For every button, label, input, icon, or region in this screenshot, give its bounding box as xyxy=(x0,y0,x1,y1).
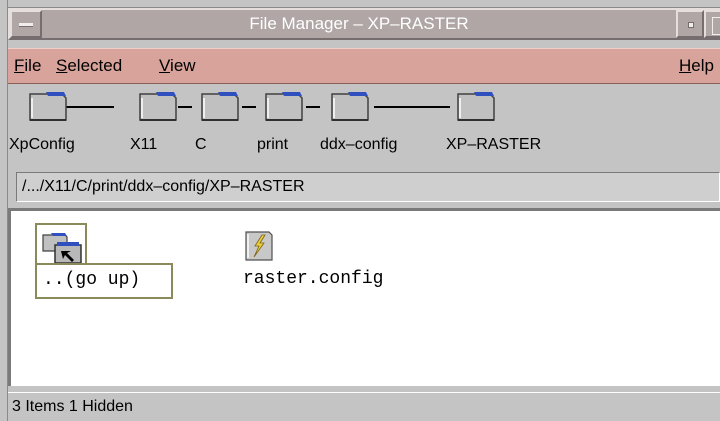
file-item-raster-config[interactable]: raster.config xyxy=(243,229,423,299)
menu-help[interactable]: Help xyxy=(679,49,714,83)
path-connector xyxy=(60,106,114,108)
iconic-path-bar: XpConfig X11 C print ddx–config XP–RASTE… xyxy=(8,84,720,172)
window-frame-top[interactable] xyxy=(0,0,720,8)
path-folder-c[interactable] xyxy=(198,90,240,122)
folder-icon xyxy=(265,92,303,121)
path-folder-x11[interactable] xyxy=(136,90,178,122)
path-label-xp-raster[interactable]: XP–RASTER xyxy=(446,136,541,154)
file-name-go-up: ..(go up) xyxy=(43,270,141,290)
path-folder-xpconfig[interactable] xyxy=(26,90,68,122)
path-connector xyxy=(178,106,192,108)
menu-help-mnemonic: H xyxy=(679,56,692,75)
window-menu-button[interactable] xyxy=(10,10,42,38)
status-text: 3 Items 1 Hidden xyxy=(12,398,133,415)
path-folder-print[interactable] xyxy=(262,90,304,122)
path-folder-ddx-config[interactable] xyxy=(328,90,370,122)
path-connector xyxy=(242,106,256,108)
maximize-icon xyxy=(712,17,720,35)
file-list-area[interactable]: ..(go up) raster.config xyxy=(8,208,720,386)
menu-view[interactable]: View xyxy=(159,49,196,83)
menu-selected[interactable]: Selected xyxy=(56,49,122,83)
file-item-go-up[interactable]: ..(go up) xyxy=(35,223,173,307)
path-label-print[interactable]: print xyxy=(257,136,288,154)
path-label-xpconfig[interactable]: XpConfig xyxy=(9,136,75,154)
path-folder-xp-raster[interactable] xyxy=(454,90,496,122)
path-connector xyxy=(306,106,320,108)
folder-icon xyxy=(457,92,495,121)
menu-view-mnemonic: V xyxy=(159,56,171,75)
menu-help-label: elp xyxy=(691,56,714,75)
menu-file-label: ile xyxy=(24,56,42,75)
file-manager-window: File Manager – XP–RASTER File Selected V… xyxy=(0,0,720,421)
data-file-icon xyxy=(245,231,273,261)
selection-frame xyxy=(35,223,87,265)
folder-icon xyxy=(201,92,239,121)
window-title: File Manager – XP–RASTER xyxy=(249,14,469,33)
menu-bar: File Selected View Help xyxy=(8,48,720,84)
status-bar: 3 Items 1 Hidden xyxy=(8,392,720,421)
menu-file-mnemonic: F xyxy=(14,56,25,75)
window-frame-left[interactable] xyxy=(0,0,8,421)
menu-selected-label: elected xyxy=(67,56,123,75)
path-label-ddx-config[interactable]: ddx–config xyxy=(320,136,397,154)
menu-selected-mnemonic: S xyxy=(56,56,68,75)
folder-icon xyxy=(139,92,177,121)
minimize-button[interactable] xyxy=(676,10,704,38)
menu-file[interactable]: File xyxy=(14,49,41,83)
path-label-c[interactable]: C xyxy=(195,136,207,154)
path-text-field[interactable]: /.../X11/C/print/ddx–config/XP–RASTER xyxy=(16,172,720,202)
folder-icon xyxy=(331,92,369,121)
menu-view-label: iew xyxy=(170,56,196,75)
folder-icon xyxy=(29,92,67,121)
file-label-frame: ..(go up) xyxy=(35,263,173,299)
minimize-icon xyxy=(688,22,694,28)
path-label-x11[interactable]: X11 xyxy=(130,136,157,154)
maximize-button[interactable] xyxy=(704,10,720,38)
path-text-value: /.../X11/C/print/ddx–config/XP–RASTER xyxy=(22,178,305,195)
title-bar[interactable]: File Manager – XP–RASTER xyxy=(8,8,720,40)
path-connector xyxy=(374,106,450,108)
file-name-raster-config: raster.config xyxy=(243,269,384,289)
window-menu-icon xyxy=(19,23,33,27)
